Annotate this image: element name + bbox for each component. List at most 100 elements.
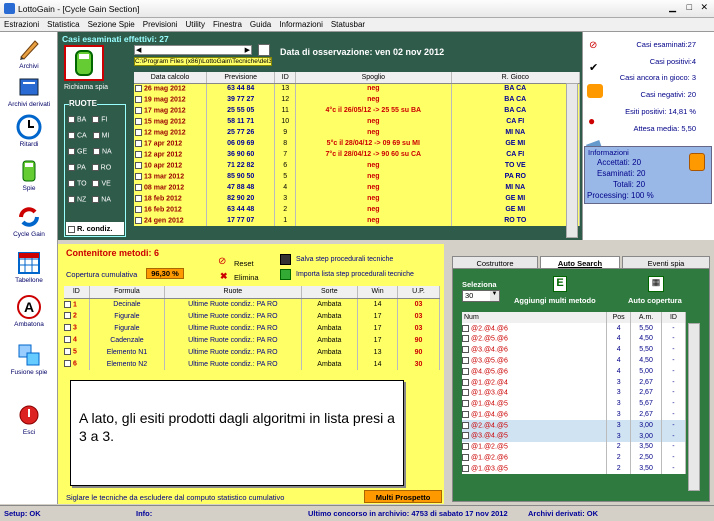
scroll-left-icon[interactable]: ◀ [136, 46, 141, 54]
elimina-button[interactable]: Elimina [234, 273, 259, 282]
col-header[interactable]: Pos [606, 312, 632, 323]
list-item[interactable]: @1.@4.@6 3 2,67- [462, 409, 687, 420]
menu-utility[interactable]: Utility [181, 18, 209, 29]
ruota-checkbox[interactable] [68, 196, 75, 203]
table-row[interactable]: 1 Decinale Ultime Ruote condiz.: PA RO Amba… [64, 298, 440, 310]
col-header[interactable]: Ruote [164, 286, 302, 299]
row-checkbox[interactable] [462, 421, 469, 429]
list-item[interactable]: @1.@2.@4 3 2,67- [462, 376, 687, 388]
menu-sezione-spie[interactable]: Sezione Spie [84, 18, 139, 29]
table-row[interactable]: 3 Figurale Ultime Ruote condiz.: PA RO Amba… [64, 322, 440, 334]
toolbar-cycle-gain[interactable]: Cycle Gain [0, 204, 58, 238]
row-checkbox[interactable] [462, 324, 469, 332]
list-item[interactable]: @1.@2.@6 2 2,50- [462, 452, 687, 464]
list-item[interactable]: @3.@4.@5 3 3,00- [462, 430, 687, 442]
row-checkbox[interactable] [64, 312, 71, 320]
menu-statusbar[interactable]: Statusbar [327, 18, 369, 29]
row-checkbox[interactable] [135, 194, 142, 202]
table-row[interactable]: 5 Elemento N1 Ultime Ruote condiz.: PA RO A… [64, 346, 440, 358]
menu-statistica[interactable]: Statistica [43, 18, 83, 29]
toolbar-fusione-spie[interactable]: Fusione spie [0, 342, 58, 376]
row-checkbox[interactable] [64, 324, 71, 332]
menu-finestra[interactable]: Finestra [209, 18, 246, 29]
col-header[interactable]: R. Gioco [451, 72, 581, 84]
row-checkbox[interactable] [135, 216, 142, 224]
list-item[interactable]: @1.@2.@5 2 3,50- [462, 441, 687, 453]
row-checkbox[interactable] [135, 150, 142, 158]
table-row[interactable]: 13 mar 2012 85 90 50 5 neg PA RO [134, 171, 581, 182]
table-row[interactable]: 18 feb 2012 82 90 20 3 neg GE MI [134, 193, 581, 204]
aggiungi-button[interactable]: Aggiungi multi metodo [514, 296, 596, 305]
table-row[interactable]: 08 mar 2012 47 88 48 4 neg MI NA [134, 182, 581, 193]
row-checkbox[interactable] [135, 161, 142, 169]
menu-estrazioni[interactable]: Estrazioni [0, 18, 43, 29]
minimize-icon[interactable]: ▁ [669, 2, 676, 13]
row-checkbox[interactable] [135, 128, 142, 136]
ruota-checkbox[interactable] [68, 180, 75, 187]
table-row[interactable]: 15 mag 2012 58 11 71 10 neg CA FI [134, 116, 581, 127]
multi-prospetto-button[interactable]: Multi Prospetto [364, 490, 442, 503]
importa-button[interactable]: Importa lista step procedurali tecniche [296, 271, 414, 278]
toolbar-archivi[interactable]: Archivi [0, 36, 58, 70]
row-checkbox[interactable] [135, 205, 142, 213]
richiama-spia-button[interactable] [64, 45, 104, 81]
table-row[interactable]: 24 gen 2012 17 77 07 1 neg RO TO [134, 215, 581, 226]
previsioni-scrollbar[interactable] [566, 83, 578, 238]
row-checkbox[interactable] [64, 348, 71, 356]
table-row[interactable]: 2 Figurale Ultime Ruote condiz.: PA RO Amba… [64, 310, 440, 322]
ruota-checkbox[interactable] [92, 196, 100, 203]
col-header[interactable]: U.P. [397, 286, 440, 299]
col-header[interactable]: Spoglio [295, 72, 452, 84]
col-header[interactable]: ID [274, 72, 297, 84]
ruota-checkbox[interactable] [92, 148, 100, 155]
toolbar-ambatona[interactable]: A Ambatona [0, 294, 58, 328]
col-header[interactable]: Num [462, 312, 608, 323]
row-checkbox[interactable] [462, 346, 469, 354]
col-header[interactable]: ID [661, 312, 687, 323]
salva-button[interactable]: Salva step procedurali tecniche [296, 256, 393, 263]
table-row[interactable]: 19 mag 2012 39 77 27 12 neg BA CA [134, 94, 581, 105]
grid-icon[interactable]: ▦ [648, 276, 664, 292]
list-item[interactable]: @3.@4.@6 4 5,50- [462, 344, 687, 356]
menu-guida[interactable]: Guida [246, 18, 275, 29]
ruota-checkbox[interactable] [68, 164, 75, 171]
col-header[interactable]: Previsione [206, 72, 276, 84]
table-row[interactable]: 17 mag 2012 25 55 05 11 4°c il 26/05/12 -> … [134, 105, 581, 116]
add-method-icon[interactable]: E [553, 276, 567, 292]
list-item[interactable]: @3.@5.@6 4 4,50- [462, 355, 687, 366]
row-checkbox[interactable] [462, 400, 469, 408]
maximize-icon[interactable]: □ [687, 2, 692, 12]
list-item[interactable]: @1.@3.@4 3 2,67- [462, 387, 687, 399]
reset-button[interactable]: Reset [234, 259, 254, 268]
col-header[interactable]: ID [64, 286, 90, 299]
col-header[interactable]: Win [357, 286, 398, 299]
row-checkbox[interactable] [64, 336, 71, 344]
ruota-checkbox[interactable] [68, 148, 75, 155]
list-item[interactable]: @1.@4.@5 3 5,67- [462, 398, 687, 410]
delete-icon[interactable]: ✖ [220, 271, 228, 282]
table-row[interactable]: 17 apr 2012 06 09 69 8 5°c il 28/04/12 -> 0… [134, 138, 581, 149]
auto-search-scrollbar[interactable] [688, 323, 700, 491]
import-icon[interactable] [280, 269, 291, 280]
row-checkbox[interactable] [462, 378, 469, 386]
row-checkbox[interactable] [462, 464, 469, 472]
col-header[interactable]: Sorte [301, 286, 359, 299]
row-checkbox[interactable] [135, 95, 142, 103]
toolbar-archivi-derivati[interactable]: Archivi derivati [0, 74, 58, 108]
seleziona-select[interactable]: 30 ▼ [462, 290, 500, 302]
row-checkbox[interactable] [64, 300, 71, 308]
row-checkbox[interactable] [462, 410, 469, 418]
r-condiz-checkbox[interactable]: R. condiz. [66, 222, 124, 235]
list-item[interactable]: @1.@3.@5 2 3,50- [462, 463, 687, 474]
chevron-down-icon[interactable]: ▼ [490, 291, 499, 301]
row-checkbox[interactable] [462, 367, 469, 375]
scroll-right-icon[interactable]: ▶ [245, 46, 250, 54]
col-header[interactable]: Data calcolo [134, 72, 208, 84]
table-row[interactable]: 12 mag 2012 25 77 26 9 neg MI NA [134, 127, 581, 138]
col-header[interactable]: A.m. [630, 312, 662, 323]
list-item[interactable]: @4.@5.@6 4 5,00- [462, 365, 687, 377]
row-checkbox[interactable] [462, 335, 469, 343]
auto-copertura-button[interactable]: Auto copertura [628, 296, 682, 305]
row-checkbox[interactable] [64, 360, 71, 368]
row-checkbox[interactable] [135, 117, 142, 125]
